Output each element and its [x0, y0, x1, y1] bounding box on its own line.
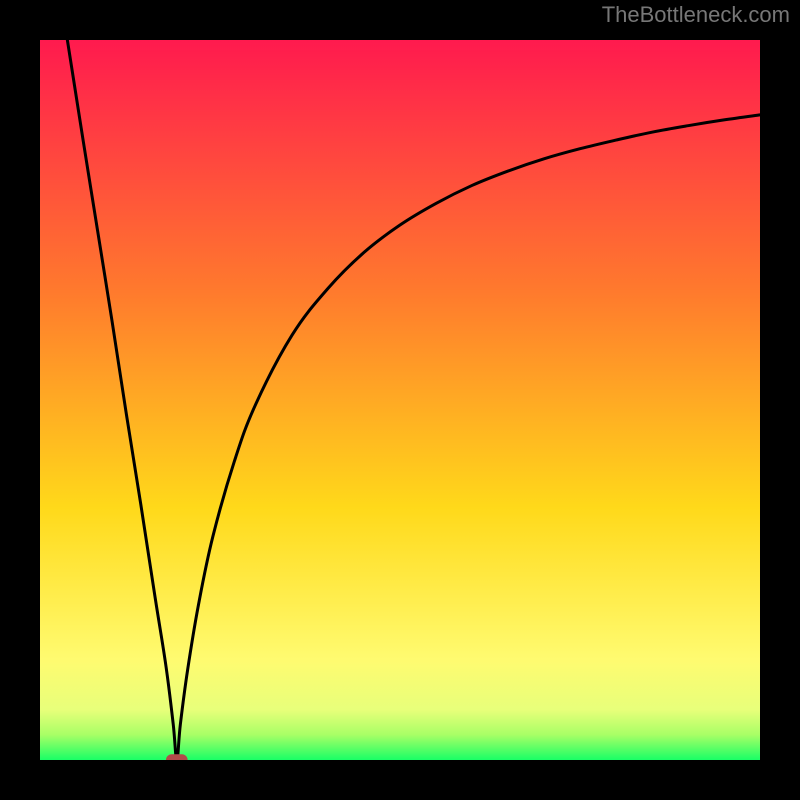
plot-background — [40, 40, 760, 760]
bottleneck-chart — [0, 0, 800, 800]
watermark-label: TheBottleneck.com — [602, 2, 790, 28]
chart-container: TheBottleneck.com — [0, 0, 800, 800]
